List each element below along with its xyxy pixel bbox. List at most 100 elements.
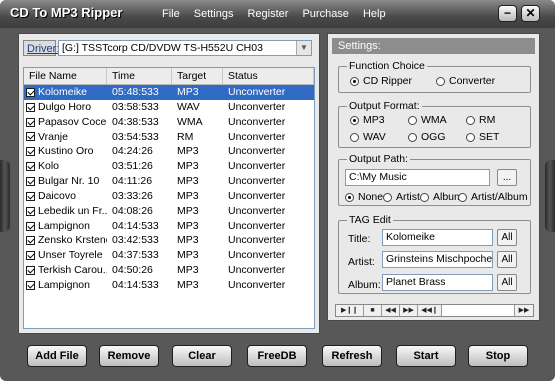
checkbox[interactable] bbox=[26, 117, 35, 127]
start-button[interactable]: Start bbox=[396, 345, 456, 367]
table-row[interactable]: Terkish Carou... 04:50:26 MP3 Unconverter bbox=[24, 263, 314, 278]
radio-cd-ripper[interactable]: CD Ripper bbox=[350, 75, 412, 87]
album-input[interactable]: Planet Brass bbox=[382, 274, 493, 291]
cell-file-name: Bulgar Nr. 10 bbox=[24, 174, 107, 189]
radio-dot bbox=[408, 132, 417, 142]
table-row[interactable]: Kolo 03:51:26 MP3 Unconverter bbox=[24, 159, 314, 174]
drive-label[interactable]: Driver: bbox=[23, 40, 59, 56]
cell-status: Unconverter bbox=[228, 145, 286, 158]
album-all-button[interactable]: All bbox=[497, 274, 517, 291]
table-row[interactable]: Kustino Oro 04:24:26 MP3 Unconverter bbox=[24, 144, 314, 159]
col-file-name[interactable]: File Name bbox=[24, 68, 107, 84]
track-table[interactable]: File Name Time Target Status Kolomeike 05… bbox=[23, 67, 315, 329]
output-path-input[interactable]: C:\My Music bbox=[345, 169, 490, 186]
chevron-down-icon[interactable]: ▼ bbox=[296, 41, 311, 55]
cell-status: Unconverter bbox=[228, 130, 286, 143]
drive-select[interactable]: [G:] TSSTcorp CD/DVDW TS-H552U CH03 ▼ bbox=[58, 40, 312, 56]
clear-button[interactable]: Clear bbox=[172, 345, 232, 367]
cell-file-name: Dulgo Horo bbox=[24, 100, 107, 115]
col-time[interactable]: Time bbox=[107, 68, 172, 84]
checkbox[interactable] bbox=[26, 191, 35, 201]
title-input[interactable]: Kolomeike bbox=[382, 229, 493, 246]
checkbox[interactable] bbox=[26, 176, 35, 186]
radio-ogg[interactable]: OGG bbox=[408, 131, 446, 143]
stop-icon[interactable]: ■ bbox=[364, 305, 382, 316]
cell-status: Unconverter bbox=[228, 189, 286, 202]
radio-mp3[interactable]: MP3 bbox=[350, 114, 385, 126]
play-pause-icon[interactable]: ▶❙❙ bbox=[336, 305, 364, 316]
menu-settings[interactable]: Settings bbox=[194, 8, 234, 20]
cell-time: 04:08:26 bbox=[112, 204, 153, 217]
radio-rm[interactable]: RM bbox=[466, 114, 495, 126]
menu-purchase[interactable]: Purchase bbox=[302, 8, 348, 20]
checkbox[interactable] bbox=[26, 236, 35, 246]
browse-button[interactable]: ... bbox=[497, 169, 517, 186]
checkbox[interactable] bbox=[26, 147, 35, 157]
table-row[interactable]: Unser Toyrele 04:37:533 MP3 Unconverter bbox=[24, 248, 314, 263]
menu-bar: File Settings Register Purchase Help bbox=[162, 8, 400, 20]
app-title: CD To MP3 Ripper bbox=[10, 5, 123, 20]
checkbox[interactable] bbox=[26, 280, 35, 290]
skip-forward-icon[interactable]: ▶▶ bbox=[515, 305, 533, 316]
freedb-button[interactable]: FreeDB bbox=[247, 345, 307, 367]
table-row[interactable]: Vranje 03:54:533 RM Unconverter bbox=[24, 130, 314, 145]
cell-file-name: Unser Toyrele bbox=[24, 248, 107, 263]
fast-forward-icon[interactable]: ▶▶ bbox=[400, 305, 418, 316]
artist-input[interactable]: Grinsteins Mischpoche bbox=[382, 251, 493, 268]
menu-file[interactable]: File bbox=[162, 8, 180, 20]
title-all-button[interactable]: All bbox=[497, 229, 517, 246]
radio-naming-none[interactable]: None bbox=[345, 191, 383, 203]
col-status[interactable]: Status bbox=[223, 68, 314, 84]
checkbox[interactable] bbox=[26, 206, 35, 216]
menu-help[interactable]: Help bbox=[363, 8, 386, 20]
radio-naming-artist-album[interactable]: Artist/Album bbox=[458, 191, 528, 203]
radio-dot bbox=[458, 192, 467, 202]
cell-status: Unconverter bbox=[228, 115, 286, 128]
refresh-button[interactable]: Refresh bbox=[322, 345, 382, 367]
output-format-legend: Output Format: bbox=[349, 100, 420, 112]
skip-back-icon[interactable]: ◀◀❙ bbox=[418, 305, 442, 316]
radio-wav[interactable]: WAV bbox=[350, 131, 386, 143]
checkbox[interactable] bbox=[26, 132, 35, 142]
checkbox[interactable] bbox=[26, 266, 35, 276]
rewind-icon[interactable]: ◀◀ bbox=[382, 305, 400, 316]
cell-target: MP3 bbox=[177, 189, 199, 202]
remove-button[interactable]: Remove bbox=[99, 345, 159, 367]
menu-register[interactable]: Register bbox=[247, 8, 288, 20]
function-choice-legend: Function Choice bbox=[349, 60, 425, 72]
radio-naming-album[interactable]: Album bbox=[420, 191, 463, 203]
table-row[interactable]: Papasov Cocek 04:38:533 WMA Unconverter bbox=[24, 115, 314, 130]
table-row[interactable]: Bulgar Nr. 10 04:11:26 MP3 Unconverter bbox=[24, 174, 314, 189]
radio-wma[interactable]: WMA bbox=[408, 114, 447, 126]
radio-label: RM bbox=[479, 114, 496, 126]
seek-bar[interactable] bbox=[442, 305, 515, 316]
cell-file-name: Kolo bbox=[24, 159, 107, 174]
table-row[interactable]: Lampignon 04:14:533 MP3 Unconverter bbox=[24, 278, 314, 293]
radio-naming-artist[interactable]: Artist bbox=[383, 191, 420, 203]
table-row[interactable]: Dulgo Horo 03:58:533 WAV Unconverter bbox=[24, 100, 314, 115]
table-row[interactable]: Zensko Krsteno 03:42:533 MP3 Unconverter bbox=[24, 233, 314, 248]
checkbox[interactable] bbox=[26, 221, 35, 231]
col-target[interactable]: Target bbox=[172, 68, 223, 84]
radio-label: Artist bbox=[396, 191, 420, 203]
table-row[interactable]: Lampignon 04:14:533 MP3 Unconverter bbox=[24, 219, 314, 234]
cell-time: 03:51:26 bbox=[112, 160, 153, 173]
stop-button[interactable]: Stop bbox=[468, 345, 528, 367]
close-button[interactable]: ✕ bbox=[521, 5, 540, 22]
track-name: Lampignon bbox=[38, 278, 90, 291]
table-row[interactable]: Daicovo 03:33:26 MP3 Unconverter bbox=[24, 189, 314, 204]
table-row[interactable]: Lebedik un Fr... 04:08:26 MP3 Unconverter bbox=[24, 204, 314, 219]
radio-set[interactable]: SET bbox=[466, 131, 499, 143]
minimize-button[interactable]: − bbox=[498, 5, 517, 22]
table-row[interactable]: Kolomeike 05:48:533 MP3 Unconverter bbox=[24, 85, 314, 100]
track-name: Dulgo Horo bbox=[38, 100, 92, 113]
checkbox[interactable] bbox=[26, 87, 35, 97]
radio-dot bbox=[383, 192, 392, 202]
radio-converter[interactable]: Converter bbox=[436, 75, 495, 87]
transport-bar: ▶❙❙ ■ ◀◀ ▶▶ ◀◀❙ ▶▶ bbox=[335, 304, 534, 317]
checkbox[interactable] bbox=[26, 251, 35, 261]
add-file-button[interactable]: Add File bbox=[27, 345, 87, 367]
artist-all-button[interactable]: All bbox=[497, 251, 517, 268]
checkbox[interactable] bbox=[26, 162, 35, 172]
checkbox[interactable] bbox=[26, 102, 35, 112]
